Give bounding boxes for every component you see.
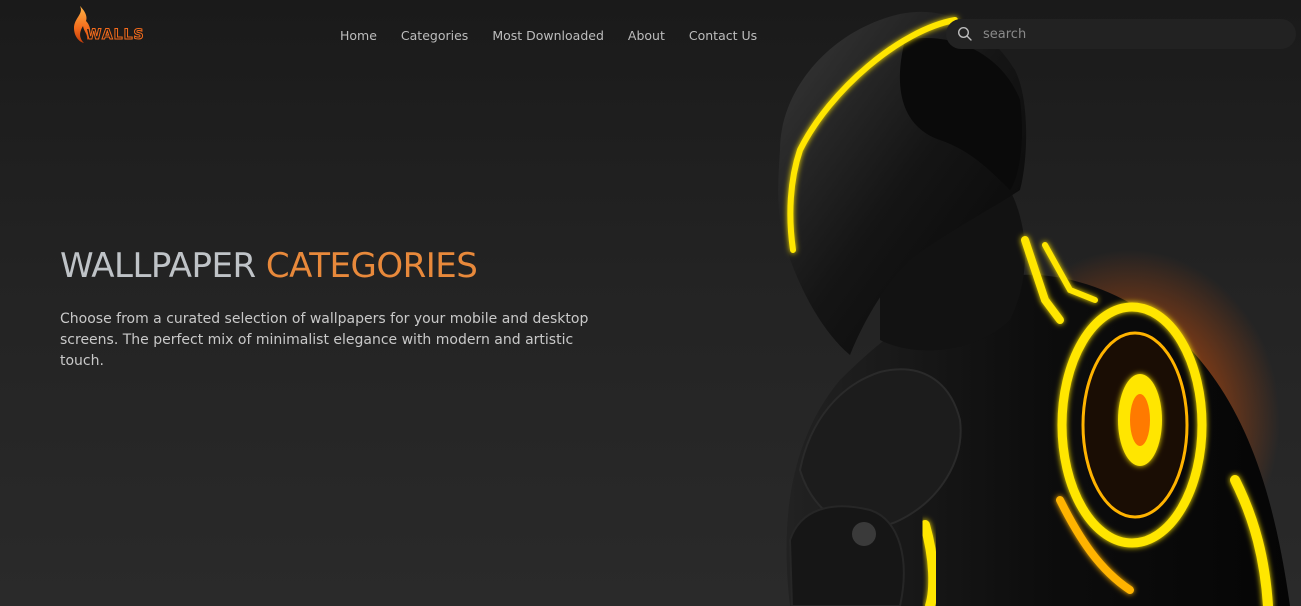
nav-categories[interactable]: Categories: [401, 28, 468, 43]
hero-description: Choose from a curated selection of wallp…: [60, 311, 589, 369]
arm-plate: [788, 505, 905, 606]
search-input[interactable]: [983, 23, 1283, 45]
search-bar[interactable]: [946, 19, 1296, 49]
logo-text: WALLS: [86, 27, 145, 44]
arm-bolt: [852, 522, 876, 546]
nav-most-downloaded[interactable]: Most Downloaded: [492, 28, 604, 43]
hero-title-part2: CATEGORIES: [265, 246, 478, 286]
robot-artwork: [778, 11, 1290, 606]
search-icon[interactable]: [957, 26, 973, 42]
hero-title-part1: WALLPAPER: [60, 246, 256, 286]
site-logo[interactable]: WALLS: [66, 4, 156, 48]
nav-about[interactable]: About: [628, 28, 665, 43]
main-nav: Home Categories Most Downloaded About Co…: [340, 28, 757, 43]
hero-title: WALLPAPER CATEGORIES: [60, 246, 478, 286]
chest-core-center: [1130, 394, 1150, 446]
nav-contact-us[interactable]: Contact Us: [689, 28, 757, 43]
nav-home[interactable]: Home: [340, 28, 377, 43]
